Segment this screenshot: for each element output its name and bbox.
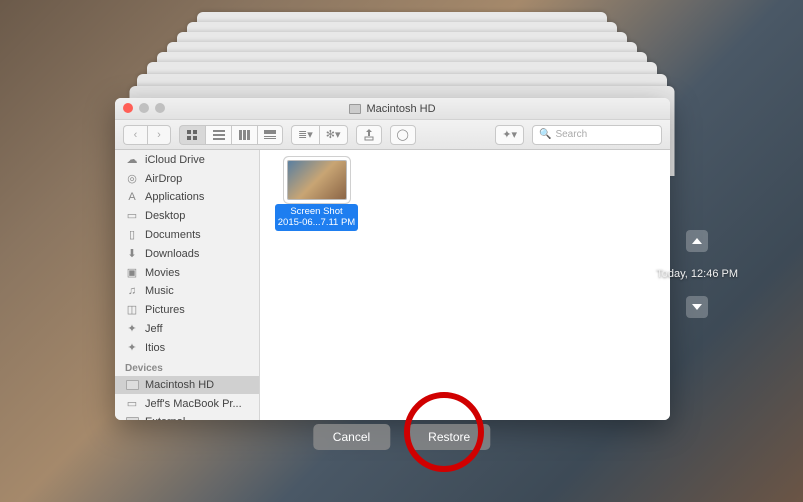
sidebar-item-movies[interactable]: ▣ Movies (115, 263, 259, 282)
sidebar-item-applications[interactable]: A Applications (115, 188, 259, 206)
downloads-icon: ⬇ (125, 247, 139, 260)
sidebar-item-label: Jeff's MacBook Pr... (145, 398, 242, 410)
laptop-icon: ▭ (125, 397, 139, 410)
back-button[interactable]: ‹ (123, 125, 147, 145)
sidebar-item-macintosh-hd[interactable]: Macintosh HD (115, 376, 259, 394)
sidebar-item-label: Macintosh HD (145, 379, 214, 391)
search-placeholder: Search (555, 129, 587, 140)
movies-icon: ▣ (125, 266, 139, 279)
sidebar-item-label: Downloads (145, 248, 199, 260)
view-icon-button[interactable] (179, 125, 205, 145)
file-item[interactable]: Screen Shot 2015-06...7.11 PM (270, 160, 363, 231)
tags-button[interactable]: ◯ (390, 125, 416, 145)
sidebar-item-label: Jeff (145, 323, 163, 335)
sidebar-item-jeff[interactable]: ✦ Jeff (115, 319, 259, 338)
sidebar-item-label: Desktop (145, 210, 185, 222)
hd-icon (125, 417, 139, 420)
sidebar-item-pictures[interactable]: ◫ Pictures (115, 300, 259, 319)
dropbox-button[interactable]: ✦▾ (495, 125, 524, 145)
devices-heading: Devices (115, 357, 259, 376)
restore-button[interactable]: Restore (408, 424, 490, 450)
timeline-up-button[interactable] (686, 230, 708, 252)
content-area[interactable]: Screen Shot 2015-06...7.11 PM (260, 150, 670, 420)
share-button[interactable] (356, 125, 382, 145)
sidebar-item-documents[interactable]: ▯ Documents (115, 225, 259, 244)
titlebar: Macintosh HD (115, 98, 670, 120)
view-column-button[interactable] (231, 125, 257, 145)
cancel-button[interactable]: Cancel (313, 424, 390, 450)
sidebar-item-label: Movies (145, 267, 180, 279)
pictures-icon: ◫ (125, 303, 139, 316)
desktop-icon: ▭ (125, 209, 139, 222)
sidebar-item-itios[interactable]: ✦ Itios (115, 338, 259, 357)
toolbar: ‹ › ≣▾ ✻▾ ◯ ✦▾ 🔍 (115, 120, 670, 150)
view-list-button[interactable] (205, 125, 231, 145)
sidebar-item-label: Music (145, 285, 174, 297)
sidebar-item-label: Applications (145, 191, 204, 203)
arrange-button[interactable]: ≣▾ (291, 125, 319, 145)
sidebar-item-airdrop[interactable]: ◎ AirDrop (115, 169, 259, 188)
minimize-icon[interactable] (139, 103, 149, 113)
action-button[interactable]: ✻▾ (319, 125, 348, 145)
file-thumbnail (287, 160, 347, 200)
sidebar-item-label: External (145, 416, 185, 420)
sidebar-item-label: AirDrop (145, 173, 182, 185)
hd-icon (125, 380, 139, 390)
finder-window: Macintosh HD ‹ › ≣▾ ✻▾ (115, 98, 670, 420)
sidebar-item-icloud[interactable]: ☁ iCloud Drive (115, 150, 259, 169)
timeline-nav: Today, 12:46 PM (656, 230, 738, 318)
timeline-label: Today, 12:46 PM (656, 268, 738, 280)
sidebar-item-label: iCloud Drive (145, 154, 205, 166)
sidebar-item-label: Documents (145, 229, 201, 241)
window-title: Macintosh HD (366, 103, 435, 115)
timeline-down-button[interactable] (686, 296, 708, 318)
view-coverflow-button[interactable] (257, 125, 283, 145)
sidebar-item-label: Itios (145, 342, 165, 354)
hd-icon (349, 104, 361, 114)
search-input[interactable]: 🔍 Search (532, 125, 662, 145)
search-icon: 🔍 (539, 129, 551, 140)
close-icon[interactable] (123, 103, 133, 113)
cloud-icon: ☁ (125, 153, 139, 166)
sidebar-item-external[interactable]: External (115, 413, 259, 420)
forward-button[interactable]: › (147, 125, 171, 145)
airdrop-icon: ◎ (125, 172, 139, 185)
sidebar-item-macbook[interactable]: ▭ Jeff's MacBook Pr... (115, 394, 259, 413)
folder-icon: ✦ (125, 322, 139, 335)
sidebar-item-label: Pictures (145, 304, 185, 316)
applications-icon: A (125, 191, 139, 203)
folder-icon: ✦ (125, 341, 139, 354)
file-label: Screen Shot 2015-06...7.11 PM (275, 204, 358, 231)
sidebar-item-downloads[interactable]: ⬇ Downloads (115, 244, 259, 263)
sidebar: ☁ iCloud Drive ◎ AirDrop A Applications … (115, 150, 260, 420)
music-icon: ♫ (125, 285, 139, 297)
sidebar-item-desktop[interactable]: ▭ Desktop (115, 206, 259, 225)
maximize-icon[interactable] (155, 103, 165, 113)
documents-icon: ▯ (125, 228, 139, 241)
sidebar-item-music[interactable]: ♫ Music (115, 282, 259, 300)
